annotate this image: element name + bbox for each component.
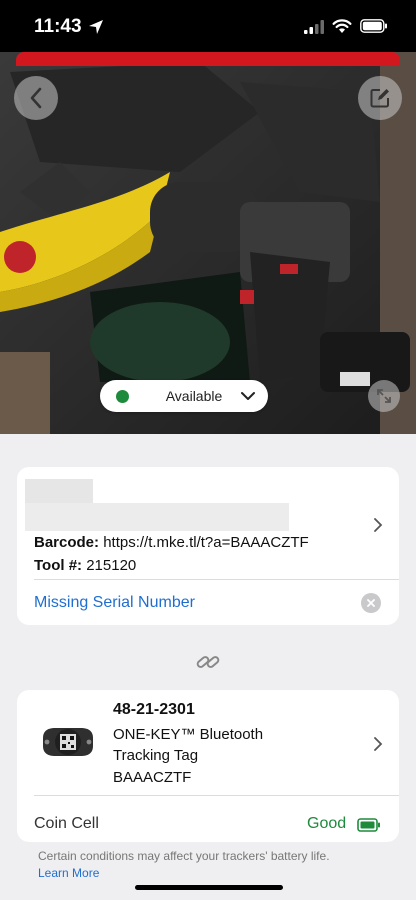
link-icon (196, 656, 220, 668)
close-icon (367, 599, 375, 607)
wifi-icon (332, 19, 352, 33)
status-bar: 11:43 (0, 0, 416, 52)
learn-more-link[interactable]: Learn More (38, 866, 99, 880)
tracker-product-name: ONE-KEY™ Bluetooth Tracking Tag (113, 726, 264, 764)
expand-icon (377, 389, 391, 403)
tool-number-value: 215120 (86, 557, 137, 574)
brand-banner (16, 52, 400, 66)
tracking-tag-image (43, 728, 93, 756)
tool-number-row: Tool #: 215120 (34, 557, 136, 574)
battery-good-icon (357, 818, 380, 832)
barcode-row: Barcode: https://t.mke.tl/t?a=BAAACZTF (34, 534, 309, 551)
tracker-card[interactable]: 48-21-2301 ONE-KEY™ Bluetooth Tracking T… (17, 690, 399, 842)
tool-number-label: Tool #: (34, 557, 83, 574)
redacted-tool-name (25, 479, 93, 505)
missing-serial-number-link[interactable]: Missing Serial Number (34, 594, 195, 612)
status-time: 11:43 (34, 16, 82, 37)
barcode-value: https://t.mke.tl/t?a=BAAACZTF (103, 534, 309, 551)
edit-icon (370, 89, 389, 108)
chevron-right-icon (374, 518, 383, 532)
edit-button[interactable] (358, 76, 402, 120)
back-button[interactable] (14, 76, 58, 120)
tool-photo-image (0, 52, 416, 434)
home-indicator (135, 885, 283, 890)
battery-icon (360, 19, 387, 33)
available-status-dot (116, 390, 129, 403)
tool-photo (0, 52, 416, 434)
divider (34, 795, 399, 796)
availability-dropdown[interactable]: Available (100, 380, 268, 412)
part-number: 48-21-2301 (113, 701, 195, 718)
cellular-signal-icon (304, 20, 324, 34)
chevron-right-icon (374, 737, 383, 751)
redacted-tool-model (25, 503, 289, 531)
tool-info-card[interactable]: Barcode: https://t.mke.tl/t?a=BAAACZTF T… (17, 467, 399, 625)
chevron-down-icon (241, 392, 255, 400)
clear-serial-button[interactable] (361, 593, 381, 613)
tracker-code: BAAACZTF (113, 769, 192, 786)
battery-note: Certain conditions may affect your track… (38, 849, 330, 863)
availability-label: Available (165, 388, 223, 404)
battery-type-label: Coin Cell (34, 815, 99, 832)
divider (34, 579, 399, 580)
barcode-label: Barcode: (34, 534, 100, 551)
chevron-left-icon (30, 87, 42, 109)
expand-photo-button[interactable] (368, 380, 400, 412)
battery-status: Good (307, 815, 347, 832)
location-arrow-icon (89, 20, 103, 34)
